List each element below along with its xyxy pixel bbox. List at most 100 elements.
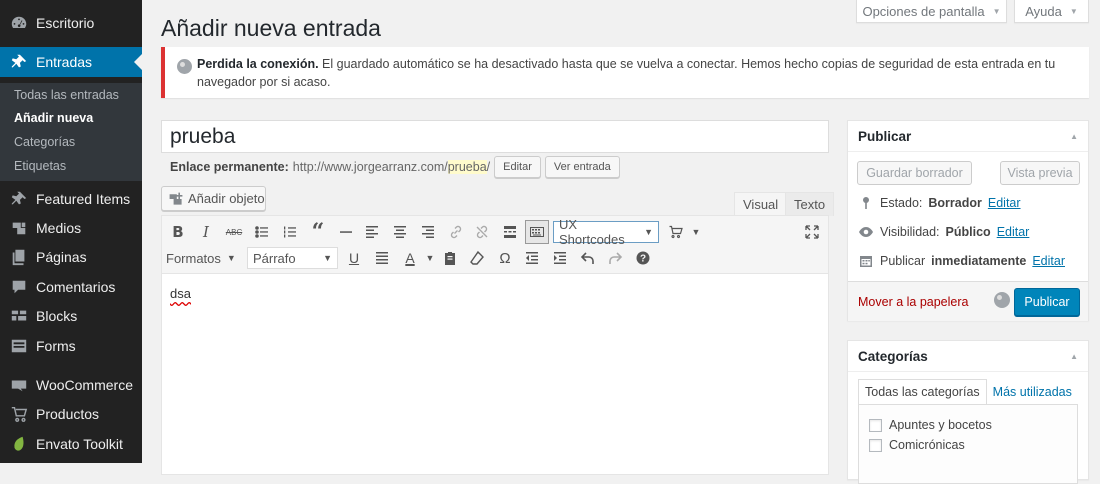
categories-box-header[interactable]: Categorías ▲ xyxy=(848,341,1088,372)
edit-schedule-link[interactable]: Editar xyxy=(1032,254,1065,268)
sidebar-item-medios[interactable]: Medios xyxy=(0,213,142,243)
sidebar-item-comentarios[interactable]: Comentarios xyxy=(0,272,142,302)
numbered-list-button[interactable] xyxy=(278,220,302,244)
permalink-row: Enlace permanente: http://www.jorgearran… xyxy=(170,156,620,178)
align-left-button[interactable] xyxy=(360,220,384,244)
post-title-input[interactable]: prueba xyxy=(161,120,829,153)
forms-icon xyxy=(0,337,36,355)
add-media-label: Añadir objeto xyxy=(188,191,265,206)
caret-down-icon: ▼ xyxy=(1069,6,1078,16)
visibility-value: Público xyxy=(945,225,991,239)
clear-formatting-button[interactable] xyxy=(465,246,489,270)
visibility-row: Visibilidad: Público Editar xyxy=(858,224,1029,240)
underline-button[interactable]: U xyxy=(342,246,366,270)
visibility-label: Visibilidad: xyxy=(880,225,940,239)
cart-icon xyxy=(669,225,683,239)
justify-button[interactable] xyxy=(370,246,394,270)
numbered-list-icon xyxy=(284,226,296,238)
add-media-button[interactable]: Añadir objeto xyxy=(161,186,266,211)
sidebar-item-escritorio[interactable]: Escritorio xyxy=(0,8,142,38)
sidebar-item-featured-items[interactable]: Featured Items xyxy=(0,184,142,214)
view-post-button[interactable]: Ver entrada xyxy=(544,156,620,178)
permalink-slug[interactable]: prueba xyxy=(447,160,487,174)
align-right-button[interactable] xyxy=(416,220,440,244)
insert-link-button[interactable] xyxy=(444,220,468,244)
edit-status-link[interactable]: Editar xyxy=(988,196,1021,210)
sidebar-item-blocks[interactable]: Blocks xyxy=(0,301,142,331)
sidebar-item-forms[interactable]: Forms xyxy=(0,331,142,361)
category-label: Comicrónicas xyxy=(889,438,965,452)
italic-button[interactable]: I xyxy=(194,220,218,244)
sidebar-item-label: Envato Toolkit xyxy=(36,436,123,452)
tab-all-categories[interactable]: Todas las categorías xyxy=(858,379,987,405)
fullscreen-button[interactable] xyxy=(800,220,824,244)
eye-icon xyxy=(859,227,873,237)
sidebar-item-productos[interactable]: Productos xyxy=(0,399,142,429)
toolbar-toggle-button[interactable] xyxy=(525,220,549,244)
category-checkbox[interactable] xyxy=(869,438,882,452)
editor-content-area[interactable]: dsa xyxy=(170,286,191,301)
remove-link-button[interactable] xyxy=(470,220,494,244)
edit-permalink-button[interactable]: Editar xyxy=(494,156,541,178)
link-icon xyxy=(450,225,462,239)
submenu-item-categorias[interactable]: Categorías xyxy=(14,135,75,149)
submenu-item-todas[interactable]: Todas las entradas xyxy=(14,88,119,102)
unlink-icon xyxy=(476,225,488,239)
keyboard-icon xyxy=(530,227,544,237)
pushpin-icon xyxy=(0,190,36,208)
sidebar-item-entradas[interactable]: Entradas xyxy=(0,47,142,77)
cart-dropdown-caret-icon[interactable]: ▼ xyxy=(684,220,708,244)
sidebar-item-envato-toolkit[interactable]: Envato Toolkit xyxy=(0,429,142,459)
horizontal-line-button[interactable] xyxy=(334,220,358,244)
publish-actions: Mover a la papelera Publicar xyxy=(848,281,1088,321)
read-more-button[interactable] xyxy=(498,220,522,244)
blockquote-button[interactable]: “ xyxy=(306,219,330,245)
tab-most-used[interactable]: Más utilizadas xyxy=(987,379,1078,405)
post-editor: B I ABC “ UX Shortcodes ▼ ▼ Formatos ▼ P… xyxy=(161,215,829,475)
help-button[interactable]: ? xyxy=(631,246,655,270)
save-draft-button[interactable]: Guardar borrador xyxy=(857,161,972,185)
collapse-arrow-icon[interactable]: ▲ xyxy=(1070,132,1078,141)
sidebar-item-woocommerce[interactable]: WooCommerce xyxy=(0,370,142,400)
editor-text: dsa xyxy=(170,286,191,301)
help-tab[interactable]: Ayuda ▼ xyxy=(1014,0,1089,23)
publish-box-header[interactable]: Publicar ▲ xyxy=(848,121,1088,152)
outdent-button[interactable] xyxy=(520,246,544,270)
indent-button[interactable] xyxy=(548,246,572,270)
publish-box: Publicar ▲ Guardar borrador Vista previa… xyxy=(847,120,1089,321)
tab-text[interactable]: Texto xyxy=(785,192,835,216)
bullet-list-button[interactable] xyxy=(250,220,274,244)
categories-box: Categorías ▲ Todas las categorías Más ut… xyxy=(847,340,1089,484)
preview-button[interactable]: Vista previa xyxy=(1000,161,1080,185)
fullscreen-icon xyxy=(805,225,819,239)
sidebar-item-paginas[interactable]: Páginas xyxy=(0,242,142,272)
paragraph-format-select[interactable]: Párrafo ▼ xyxy=(247,247,338,269)
tab-visual[interactable]: Visual xyxy=(734,192,788,216)
submenu-item-anadir-nueva[interactable]: Añadir nueva xyxy=(14,111,93,125)
submenu-item-etiquetas[interactable]: Etiquetas xyxy=(14,159,66,173)
edit-visibility-link[interactable]: Editar xyxy=(997,225,1030,239)
category-item[interactable]: Apuntes y bocetos xyxy=(859,415,1077,435)
add-media-icon xyxy=(169,192,183,205)
notice-bold: Perdida la conexión. xyxy=(197,57,319,71)
category-tabs: Todas las categorías Más utilizadas xyxy=(858,379,1078,405)
bold-button[interactable]: B xyxy=(166,220,190,244)
publish-button[interactable]: Publicar xyxy=(1014,288,1080,316)
paste-text-button[interactable] xyxy=(438,246,462,270)
redo-button[interactable] xyxy=(603,246,627,270)
caret-down-icon: ▼ xyxy=(992,6,1001,16)
undo-button[interactable] xyxy=(576,246,600,270)
media-icon xyxy=(0,219,36,237)
move-to-trash-link[interactable]: Mover a la papelera xyxy=(858,295,968,309)
outdent-icon xyxy=(526,252,538,264)
align-center-button[interactable] xyxy=(388,220,412,244)
category-item[interactable]: Comicrónicas xyxy=(859,435,1077,455)
strikethrough-button[interactable]: ABC xyxy=(222,220,246,244)
formats-dropdown[interactable]: Formatos ▼ xyxy=(166,247,244,269)
special-character-button[interactable]: Ω xyxy=(493,246,517,270)
permalink-base[interactable]: http://www.jorgearranz.com/ xyxy=(293,160,448,174)
screen-options-tab[interactable]: Opciones de pantalla ▼ xyxy=(856,0,1007,23)
category-checkbox[interactable] xyxy=(869,418,882,432)
collapse-arrow-icon[interactable]: ▲ xyxy=(1070,352,1078,361)
ux-shortcodes-dropdown[interactable]: UX Shortcodes ▼ xyxy=(553,217,659,247)
